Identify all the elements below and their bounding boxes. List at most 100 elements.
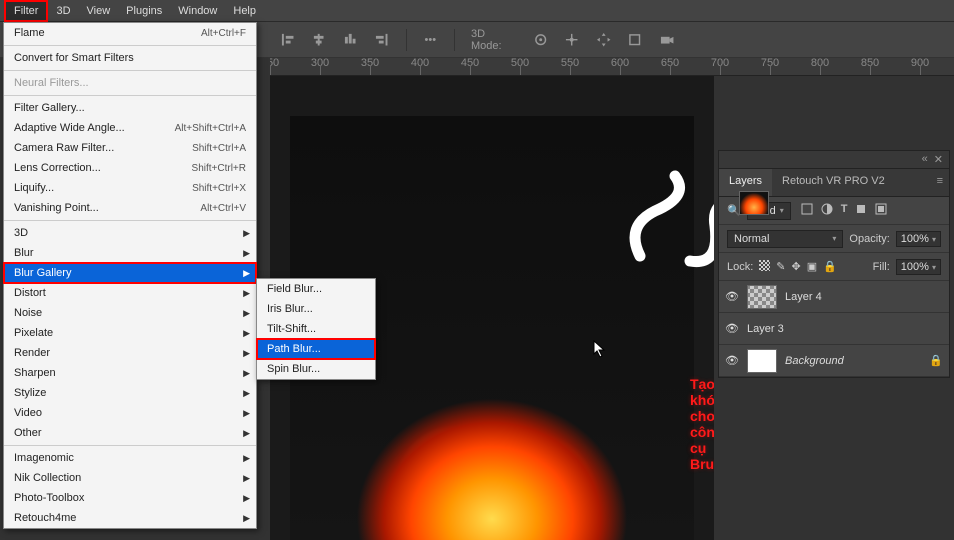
menu-item-label: Liquify... xyxy=(14,182,54,194)
menu-item[interactable]: Nik Collection▶ xyxy=(4,468,256,488)
menu-item[interactable]: Vanishing Point...Alt+Ctrl+V xyxy=(4,198,256,218)
more-icon[interactable]: ••• xyxy=(423,32,438,48)
visibility-icon[interactable]: 👁 xyxy=(725,354,739,367)
menu-item[interactable]: Sharpen▶ xyxy=(4,363,256,383)
chevron-left-icon[interactable]: « xyxy=(922,153,928,166)
menu-item[interactable]: Video▶ xyxy=(4,403,256,423)
layer-row[interactable]: 👁Layer 3 xyxy=(719,313,949,345)
filter-menu: Flame Alt+Ctrl+F Convert for Smart Filters… xyxy=(3,22,257,529)
menu-view[interactable]: View xyxy=(79,2,119,20)
menu-item[interactable]: Blur▶ xyxy=(4,243,256,263)
layer-name: Background xyxy=(785,355,844,367)
submenu-item[interactable]: Spin Blur... xyxy=(257,359,375,379)
lock-all-icon[interactable]: 🔒 xyxy=(823,260,837,273)
chevron-right-icon: ▶ xyxy=(243,348,250,359)
menu-item-label: Neural Filters... xyxy=(14,77,89,89)
menu-item-label: Imagenomic xyxy=(14,452,74,464)
visibility-icon[interactable]: 👁 xyxy=(725,322,739,335)
menu-item-label: Flame xyxy=(14,27,45,39)
menu-item[interactable]: Filter Gallery... xyxy=(4,98,256,118)
chevron-right-icon: ▶ xyxy=(243,368,250,379)
chevron-right-icon: ▶ xyxy=(243,493,250,504)
opacity-value[interactable]: 100% ▾ xyxy=(896,231,941,247)
menu-help[interactable]: Help xyxy=(225,2,264,20)
layer-row[interactable]: 👁Layer 4 xyxy=(719,281,949,313)
menu-item-label: Render xyxy=(14,347,50,359)
chevron-right-icon: ▶ xyxy=(243,473,250,484)
menu-filter[interactable]: Filter xyxy=(4,0,48,22)
shortcut: Shift+Ctrl+A xyxy=(192,143,246,154)
pan-icon[interactable] xyxy=(564,32,579,48)
menu-item[interactable]: Convert for Smart Filters xyxy=(4,48,256,68)
move-icon[interactable] xyxy=(596,32,611,48)
menu-item[interactable]: Photo-Toolbox ▶ xyxy=(4,488,256,508)
panel-header: « ✕ xyxy=(719,151,949,169)
visibility-icon[interactable]: 👁 xyxy=(725,290,739,303)
ruler-label: 250 xyxy=(270,58,279,69)
chevron-right-icon: ▶ xyxy=(243,513,250,524)
menu-item[interactable]: Distort▶ xyxy=(4,283,256,303)
scale-icon[interactable] xyxy=(627,32,642,48)
shortcut: Alt+Shift+Ctrl+A xyxy=(175,123,246,134)
menu-item[interactable]: Blur Gallery▶ xyxy=(4,263,256,283)
shortcut: Alt+Ctrl+F xyxy=(201,28,246,39)
filter-smart-icon[interactable] xyxy=(875,203,887,218)
submenu-item[interactable]: Tilt-Shift... xyxy=(257,319,375,339)
menu-window[interactable]: Window xyxy=(170,2,225,20)
filter-pixel-icon[interactable] xyxy=(801,203,813,218)
menu-item: Neural Filters... xyxy=(4,73,256,93)
align-center-icon[interactable] xyxy=(311,32,326,48)
align-right-icon[interactable] xyxy=(374,32,389,48)
menu-item[interactable]: Noise▶ xyxy=(4,303,256,323)
menu-item[interactable]: Camera Raw Filter...Shift+Ctrl+A xyxy=(4,138,256,158)
orbit-icon[interactable] xyxy=(533,32,548,48)
lock-row: Lock: ✎ ✥ ▣ 🔒 Fill: 100% ▾ xyxy=(719,253,949,281)
submenu-item[interactable]: Field Blur... xyxy=(257,279,375,299)
align-left-icon[interactable] xyxy=(280,32,295,48)
lock-trans-icon[interactable] xyxy=(759,260,770,274)
shortcut: Shift+Ctrl+X xyxy=(192,183,246,194)
menu-item-label: Convert for Smart Filters xyxy=(14,52,134,64)
menu-item-label: Photo-Toolbox xyxy=(14,492,84,504)
filter-adjust-icon[interactable] xyxy=(821,203,833,218)
lock-move-icon[interactable]: ✥ xyxy=(792,260,801,273)
chevron-right-icon: ▶ xyxy=(243,288,250,299)
menu-plugins[interactable]: Plugins xyxy=(118,2,170,20)
camera-icon[interactable] xyxy=(659,32,674,48)
menu-item[interactable]: Adaptive Wide Angle...Alt+Shift+Ctrl+A xyxy=(4,118,256,138)
panel-menu-icon[interactable]: ≡ xyxy=(931,169,949,196)
menu-item[interactable]: 3D▶ xyxy=(4,223,256,243)
blend-mode-select[interactable]: Normal▾ xyxy=(727,230,843,248)
menu-item[interactable]: Liquify... Shift+Ctrl+X xyxy=(4,178,256,198)
lock-brush-icon[interactable]: ✎ xyxy=(776,260,785,273)
submenu-item[interactable]: Iris Blur... xyxy=(257,299,375,319)
submenu-item-label: Spin Blur... xyxy=(267,363,320,375)
blur-gallery-submenu: Field Blur... Iris Blur... Tilt-Shift... Pa… xyxy=(256,278,376,380)
close-icon[interactable]: ✕ xyxy=(934,153,943,166)
tab-retouch[interactable]: Retouch VR PRO V2 xyxy=(772,169,895,196)
submenu-item-label: Tilt-Shift... xyxy=(267,323,316,335)
menu-item[interactable]: Pixelate▶ xyxy=(4,323,256,343)
menu-item[interactable]: Flame Alt+Ctrl+F xyxy=(4,23,256,43)
opacity-label: Opacity: xyxy=(849,233,889,245)
menu-item[interactable]: Stylize▶ xyxy=(4,383,256,403)
menu-3d[interactable]: 3D xyxy=(48,2,78,20)
align-bar-icon[interactable] xyxy=(343,32,358,48)
fill-label: Fill: xyxy=(873,261,890,273)
menu-item-label: Filter Gallery... xyxy=(14,102,85,114)
annotation-text: Tạo khói cho công cụ Brush xyxy=(690,376,714,472)
panels: « ✕ Layers Retouch VR PRO V2 ≡ 🔍 Kind▾ T… xyxy=(718,150,950,378)
chevron-right-icon: ▶ xyxy=(243,268,250,279)
layer-row[interactable]: 👁Background🔒 xyxy=(719,345,949,377)
menu-item[interactable]: Other▶ xyxy=(4,423,256,443)
filter-shape-icon[interactable] xyxy=(855,203,867,218)
lock-artboard-icon[interactable]: ▣ xyxy=(807,260,817,273)
filter-type-icon[interactable]: T xyxy=(841,203,848,218)
fill-value[interactable]: 100% ▾ xyxy=(896,259,941,275)
submenu-item-label: Iris Blur... xyxy=(267,303,313,315)
submenu-item[interactable]: Path Blur... xyxy=(257,339,375,359)
menu-item[interactable]: Imagenomic▶ xyxy=(4,448,256,468)
menu-item[interactable]: Retouch4me▶ xyxy=(4,508,256,528)
menu-item[interactable]: Render ▶ xyxy=(4,343,256,363)
menu-item[interactable]: Lens Correction...Shift+Ctrl+R xyxy=(4,158,256,178)
